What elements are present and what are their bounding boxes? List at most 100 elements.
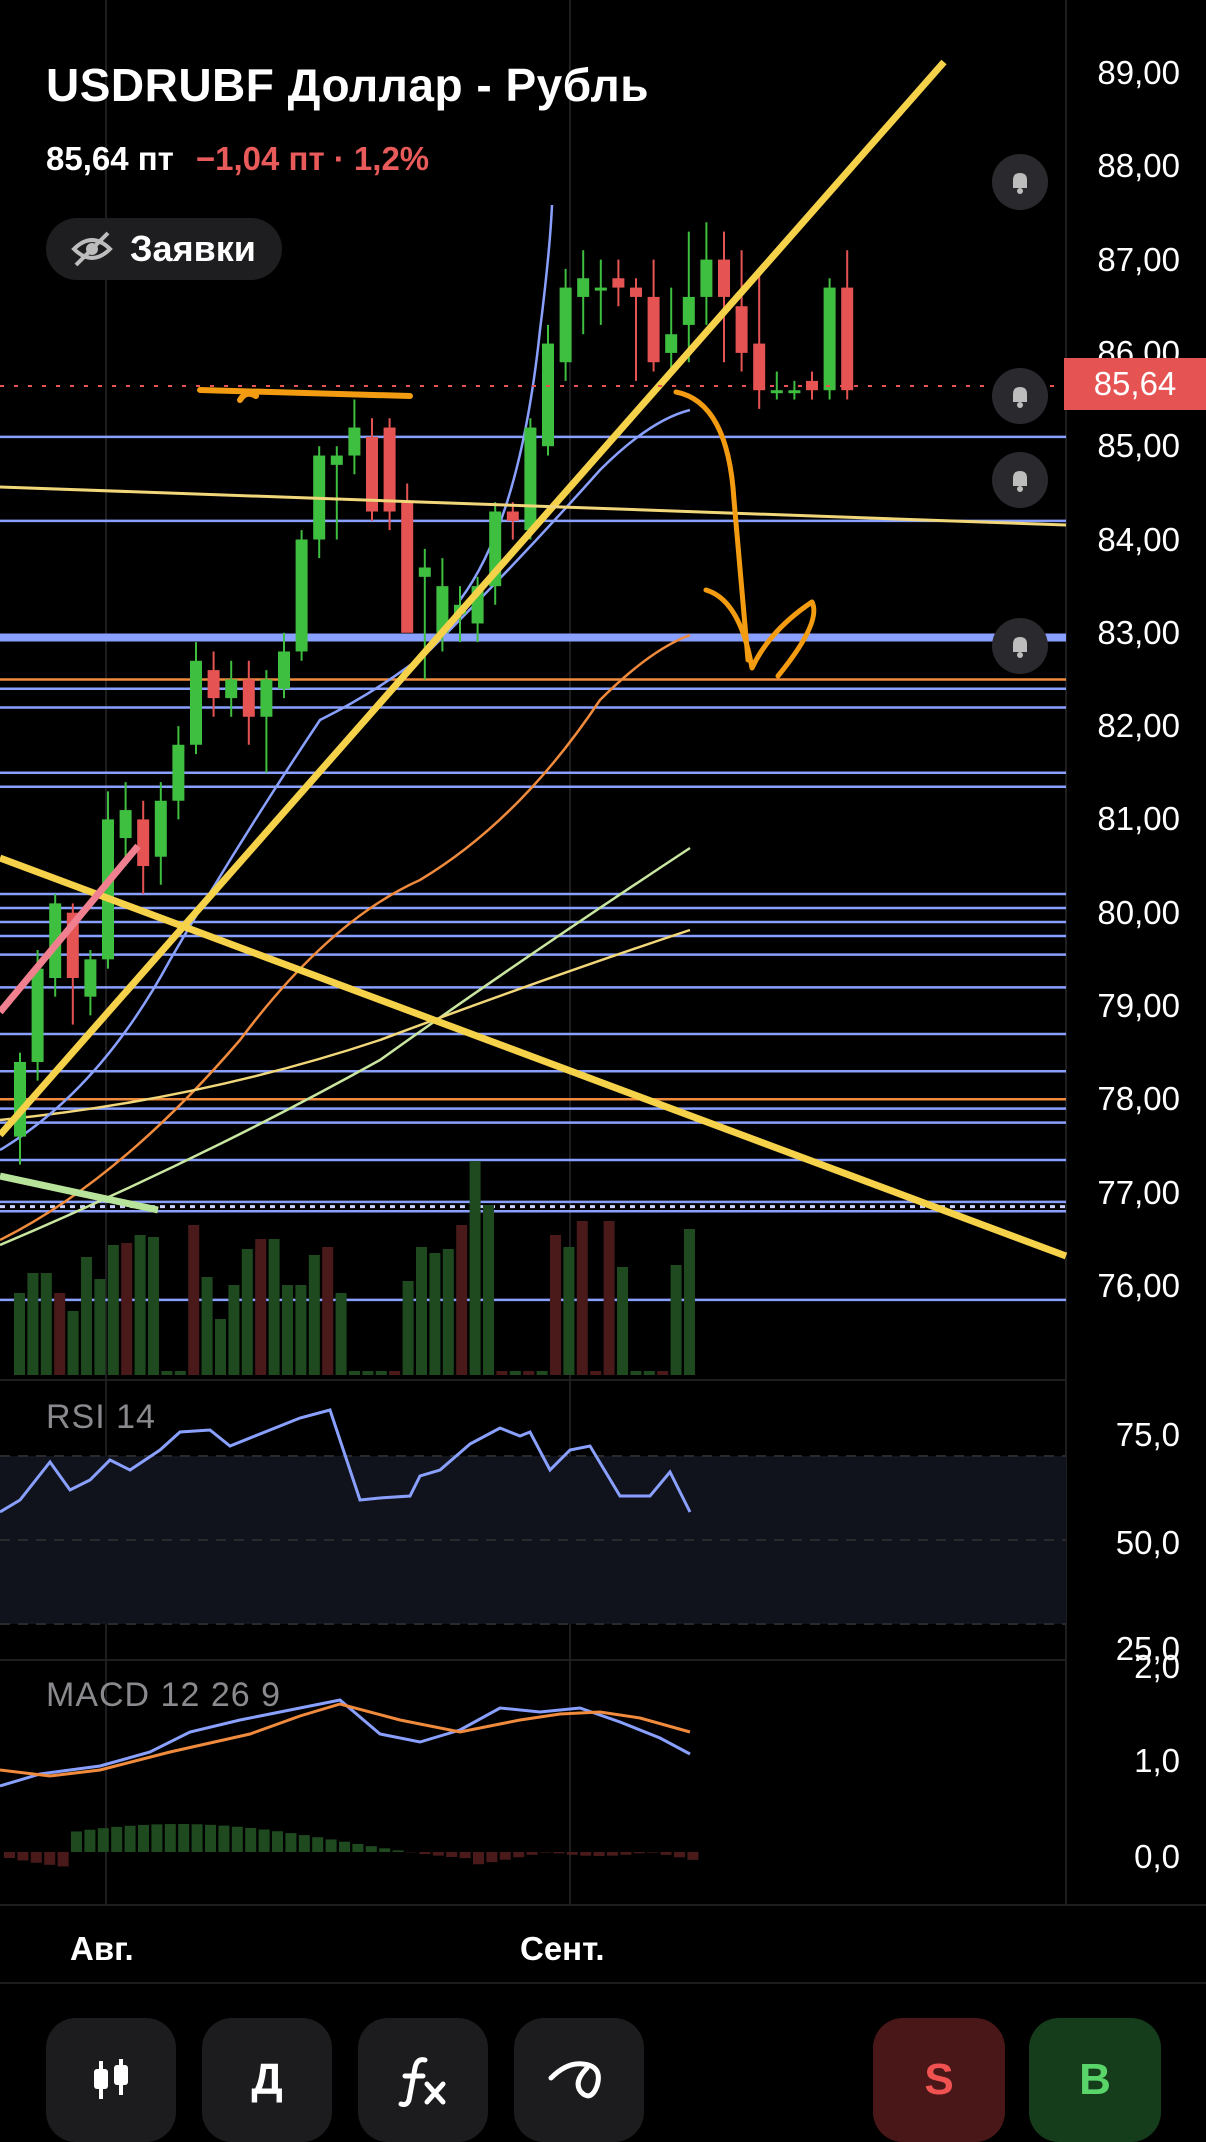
price-axis-label: 78,00 (1097, 1080, 1180, 1118)
volume-bar (94, 1279, 106, 1375)
volume-bar (375, 1371, 387, 1375)
volume-bar (550, 1235, 561, 1375)
macd-histogram-bar (553, 1852, 565, 1854)
macd-histogram-bar (540, 1852, 551, 1853)
volume-bar (335, 1293, 347, 1375)
candle-body (207, 670, 220, 699)
macd-histogram-bar (44, 1852, 56, 1865)
candle-body (524, 427, 537, 531)
macd-histogram-bar (164, 1824, 176, 1852)
candle-body (735, 306, 748, 353)
trendline-green (0, 1172, 159, 1214)
macd-histogram-bar (205, 1824, 216, 1852)
candle-body (172, 744, 185, 801)
price-axis-label: 77,00 (1097, 1173, 1180, 1211)
current-price-tag: 85,64 (1064, 358, 1206, 410)
annotation-arrow (673, 389, 817, 679)
macd-histogram-bar (325, 1839, 337, 1852)
candle-body (823, 287, 836, 391)
candle-body (383, 427, 396, 512)
volume-bar (362, 1371, 374, 1375)
candle-body (84, 959, 97, 997)
volume-bar (523, 1371, 535, 1375)
macd-histogram-bar (57, 1852, 69, 1867)
instrument-title[interactable]: USDRUBF Доллар - Рубль (46, 58, 649, 112)
macd-histogram-bar (660, 1852, 672, 1855)
volume-bar (107, 1245, 119, 1375)
buy-button[interactable]: B (1029, 2018, 1161, 2142)
candle-body (770, 390, 783, 394)
volume-bar (241, 1249, 253, 1375)
orders-label: Заявки (130, 228, 256, 269)
trendline-down (0, 854, 1068, 1260)
macd-histogram-bar (272, 1831, 283, 1852)
rsi-label: RSI 14 (46, 1398, 156, 1436)
price-chart[interactable] (0, 0, 1206, 2142)
alert-bell-icon[interactable] (992, 368, 1048, 424)
volume-bar (27, 1273, 39, 1375)
ma-blue-fast (458, 204, 554, 601)
candle-body (577, 278, 590, 297)
alert-bell-icon[interactable] (992, 154, 1048, 210)
candle-body (665, 334, 678, 353)
macd-histogram-bar (580, 1852, 592, 1856)
sell-button[interactable]: S (873, 2018, 1005, 2142)
last-price: 85,64 пт (46, 140, 174, 177)
volume-bar (617, 1267, 628, 1375)
macd-histogram-bar (312, 1837, 324, 1852)
candle-body (647, 296, 660, 363)
volume-bar (630, 1371, 642, 1375)
volume-bar (67, 1311, 79, 1375)
volume-bar (442, 1249, 454, 1375)
price-axis-label: 81,00 (1097, 800, 1180, 838)
candle-body (330, 455, 343, 465)
x-axis-label-sep: Сент. (520, 1930, 605, 1967)
volume-bar (255, 1239, 267, 1375)
indicators-button[interactable] (358, 2018, 488, 2142)
volume-bar (54, 1293, 66, 1375)
macd-histogram-bar (593, 1852, 605, 1856)
volume-bar (161, 1371, 173, 1375)
drawing-tools-button[interactable] (514, 2018, 644, 2142)
macd-histogram-bar (84, 1829, 96, 1852)
volume-bar (603, 1221, 615, 1375)
price-axis-label: 87,00 (1097, 240, 1180, 278)
price-axis-label: 80,00 (1097, 893, 1180, 931)
alert-bell-icon[interactable] (992, 452, 1048, 508)
volume-bar (509, 1371, 521, 1375)
buy-label: B (1079, 2055, 1111, 2104)
macd-histogram-bar (298, 1835, 310, 1852)
orders-toggle-button[interactable]: Заявки (46, 218, 282, 280)
volume-bar (402, 1281, 414, 1375)
rsi-axis-50: 50,0 (1115, 1524, 1180, 1561)
alert-bell-icon[interactable] (992, 618, 1048, 674)
macd-histogram-bar (499, 1852, 511, 1860)
macd-histogram-bar (513, 1852, 525, 1858)
candle-body (137, 819, 150, 867)
volume-bar (81, 1257, 92, 1375)
macd-histogram-bar (633, 1852, 645, 1854)
volume-bar (201, 1277, 213, 1375)
toolbar-divider (0, 1982, 1206, 1984)
chart-type-button[interactable] (46, 2018, 176, 2142)
macd-histogram-bar (392, 1850, 404, 1852)
macd-histogram-bar (607, 1852, 618, 1856)
candle-body (225, 679, 238, 699)
candle-body (753, 343, 766, 391)
macd-axis-1: 1,0 (1134, 1742, 1180, 1779)
candle-body (682, 296, 695, 325)
macd-histogram-bar (674, 1852, 685, 1858)
volume-bar (295, 1285, 307, 1375)
macd-histogram-bar (151, 1824, 163, 1852)
volume-bar (14, 1293, 25, 1375)
x-axis-label-aug: Авг. (70, 1930, 134, 1967)
macd-histogram-bar (285, 1833, 297, 1852)
macd-histogram-bar (231, 1826, 243, 1852)
macd-histogram-bar (647, 1852, 659, 1853)
macd-histogram-bar (97, 1828, 109, 1852)
volume-bar (215, 1319, 226, 1375)
price-axis-label: 88,00 (1097, 147, 1180, 185)
candle-body (31, 968, 44, 1062)
candle-body (700, 259, 713, 297)
period-button[interactable]: Д (202, 2018, 332, 2142)
